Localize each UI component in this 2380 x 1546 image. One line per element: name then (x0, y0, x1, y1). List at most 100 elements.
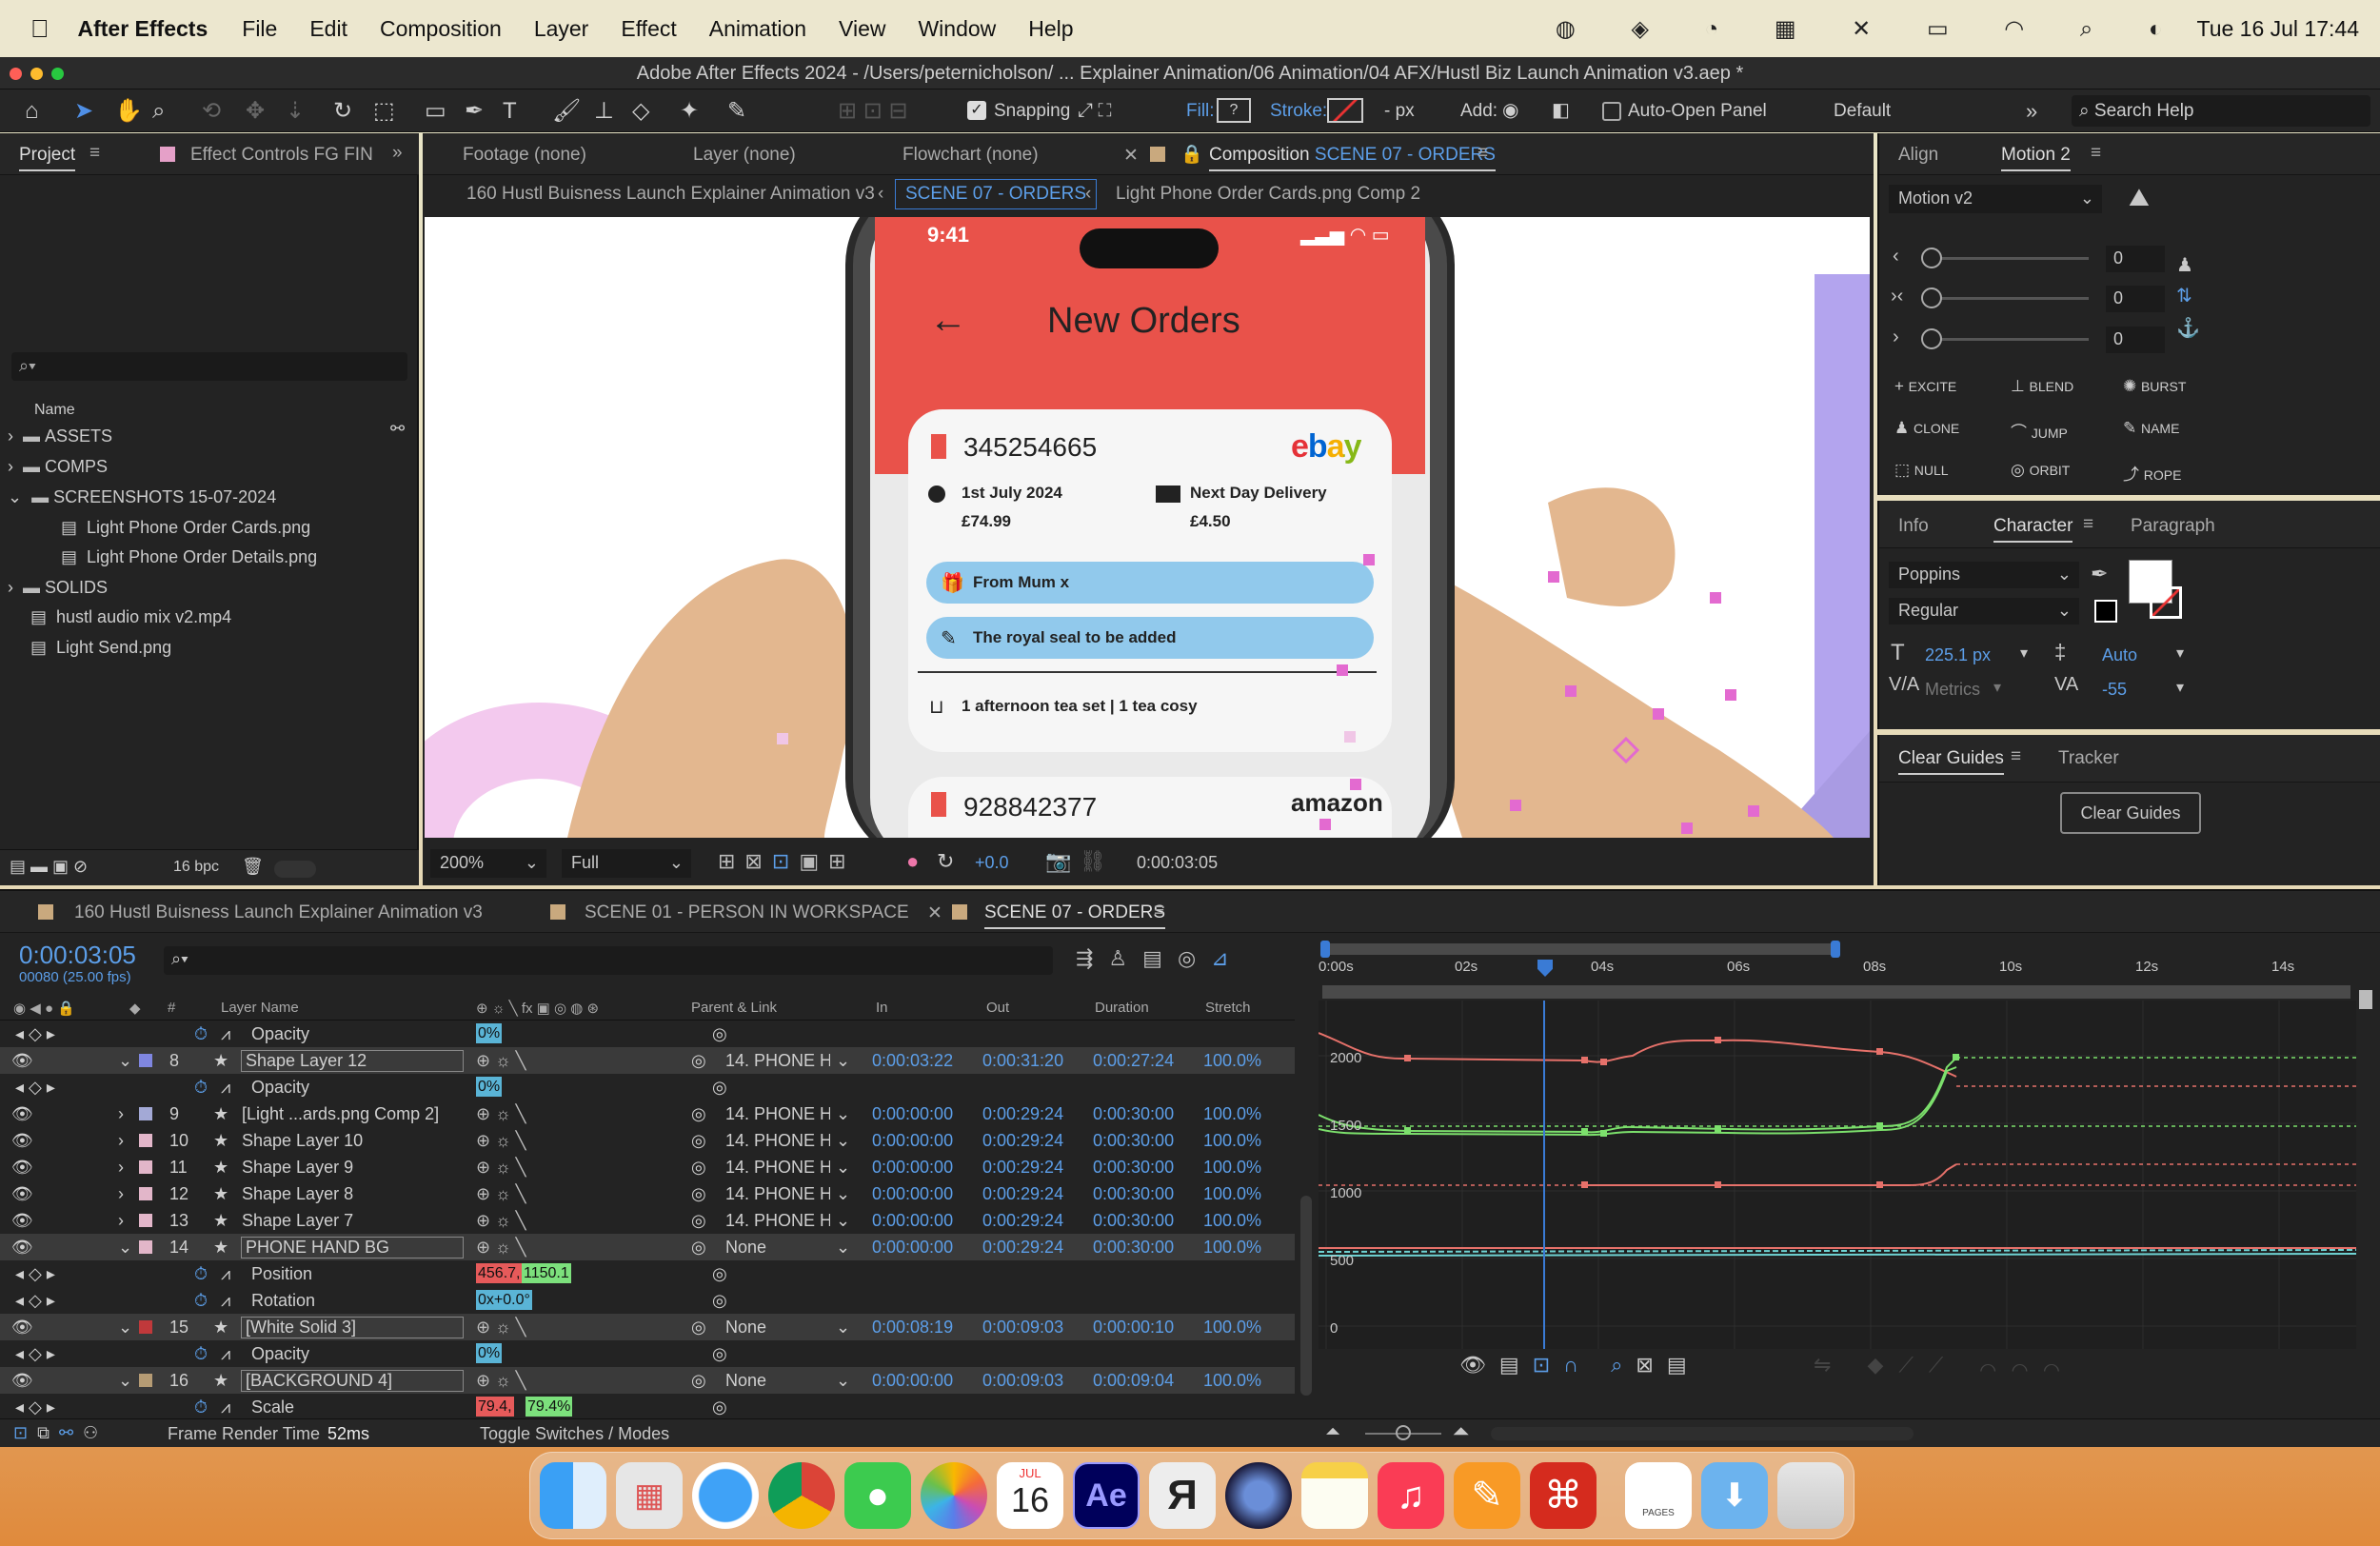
stopwatch-icon[interactable]: ⏱ (194, 1397, 208, 1417)
layer-label-color[interactable] (139, 1134, 152, 1147)
project-search-input[interactable]: ⌕▾ (11, 352, 407, 381)
duration-time[interactable]: 0:00:30:00 (1093, 1104, 1174, 1124)
stretch-value[interactable]: 100.0% (1203, 1158, 1261, 1178)
close-tab-icon[interactable]: ✕ (1123, 145, 1139, 167)
snap-options-icon[interactable]: ⤢ ⛶ (1078, 89, 1112, 132)
layer-search-input[interactable]: ⌕▾ (164, 946, 1053, 975)
eraser-tool-icon[interactable]: ◇ (632, 89, 649, 132)
panel-menu-icon[interactable]: ≡ (1154, 901, 1164, 922)
pickwhip-icon[interactable]: ◎ (691, 1318, 706, 1338)
layer-switches-icons[interactable]: ⊕ ☼ ╲ (476, 1051, 526, 1071)
stopwatch-icon[interactable]: ⏱ (194, 1078, 208, 1098)
stretch-value[interactable]: 100.0% (1203, 1131, 1261, 1151)
motion-app-icon[interactable]: Я (1149, 1462, 1216, 1529)
table-row[interactable]: 👁 ⌄ 16 ★ [BACKGROUND 4] ⊕ ☼ ╲ ◎ None ⌄ 0:00:00:00… (0, 1367, 1295, 1394)
camera-icon[interactable]: 📷 (1045, 849, 1071, 874)
tab-motion2[interactable]: Motion 2 (2001, 145, 2071, 171)
anchor-icon[interactable]: ⚓ (2176, 316, 2200, 340)
music-icon[interactable]: ♫ (1378, 1462, 1444, 1529)
panel-overflow-icon[interactable]: » (392, 143, 403, 164)
eyedropper-icon[interactable]: ✒ (2091, 562, 2108, 586)
layer-name[interactable]: [Light ...ards.png Comp 2] (242, 1104, 439, 1124)
keyframe-nav-icons[interactable]: ◂ ◇ ▸ (15, 1264, 55, 1284)
clone-button[interactable]: ♟ CLONE (1894, 419, 1959, 438)
name-column-header[interactable]: Name (34, 402, 75, 419)
ease-in-icon[interactable]: ‹ (1893, 246, 1899, 268)
duration-time[interactable]: 0:00:30:00 (1093, 1158, 1174, 1178)
layer-switches-icons[interactable]: ⊕ ☼ ╲ (476, 1131, 526, 1151)
layer-name[interactable]: Shape Layer 9 (242, 1158, 353, 1178)
stopwatch-icon[interactable]: ⏱ (194, 1024, 208, 1044)
launchpad-icon[interactable]: ▦ (616, 1462, 683, 1529)
property-value[interactable]: 0% (476, 1023, 503, 1043)
tab-paragraph[interactable]: Paragraph (2131, 516, 2215, 537)
color-icon[interactable]: ● (906, 849, 919, 874)
zoom-tool-icon[interactable]: ⌕ (152, 89, 165, 132)
property-row[interactable]: ◂ ◇ ▸ ⏱ ⩘ Position 456.7, 1150.1 ◎ (0, 1260, 1295, 1287)
tab-scene07[interactable]: SCENE 07 - ORDERS (984, 902, 1166, 929)
chevron-down-icon[interactable]: ⌄ (836, 1318, 850, 1338)
property-row[interactable]: ◂ ◇ ▸ ⏱ ⩘ Rotation 0x+0.0° ◎ (0, 1287, 1295, 1314)
graph-toggle-icon[interactable]: ⩘ (221, 1078, 230, 1098)
visibility-eye-icon[interactable]: 👁 (11, 1104, 33, 1124)
keyframe-nav-icons[interactable]: ◂ ◇ ▸ (15, 1344, 55, 1364)
stretch-value[interactable]: 100.0% (1203, 1238, 1261, 1258)
layer-switches-icons[interactable]: ⊕ ☼ ╲ (476, 1184, 526, 1204)
leading-value[interactable]: Auto (2102, 645, 2137, 665)
layer-name[interactable]: PHONE HAND BG (241, 1237, 464, 1259)
pen-tool-icon[interactable]: ✒ (465, 89, 484, 132)
layer-label-color[interactable] (139, 1374, 152, 1387)
expand-chevron-icon[interactable]: ⌄ (118, 1051, 132, 1071)
tab-tracker[interactable]: Tracker (2058, 748, 2119, 769)
add-icon[interactable]: ◉ (1502, 89, 1518, 132)
back-arrow-icon[interactable]: ← (929, 299, 967, 342)
out-header[interactable]: Out (986, 1000, 1009, 1016)
orbit-tool-icon[interactable]: ⟲ (202, 89, 221, 132)
duration-time[interactable]: 0:00:30:00 (1093, 1184, 1174, 1204)
ease-out-icon[interactable]: › (1893, 327, 1899, 348)
tab-clear-guides[interactable]: Clear Guides (1898, 748, 2004, 775)
duration-time[interactable]: 0:00:30:00 (1093, 1211, 1174, 1231)
apple-icon[interactable]:  (30, 14, 50, 44)
visibility-eye-icon[interactable]: 👁 (11, 1158, 33, 1178)
out-time[interactable]: 0:00:29:24 (982, 1158, 1063, 1178)
out-time[interactable]: 0:00:29:24 (982, 1184, 1063, 1204)
pickwhip-icon[interactable]: ◎ (691, 1211, 706, 1231)
panel-menu-icon[interactable]: ≡ (2011, 746, 2021, 767)
chevron-down-icon[interactable]: ⌄ (836, 1158, 850, 1178)
flowchart-icon[interactable]: ⚯ (390, 419, 405, 439)
show-snapshot-icon[interactable]: ⛓ (1080, 849, 1106, 874)
property-value-2[interactable]: 1150.1 (522, 1263, 571, 1283)
parent-dropdown[interactable]: 14. PHONE H/ (725, 1104, 830, 1124)
resolution-dropdown[interactable]: Full ⌄ (562, 849, 691, 878)
search-help-box[interactable]: ⌕ Search Help (2072, 95, 2370, 127)
parent-dropdown[interactable]: 14. PHONE H/ (725, 1051, 830, 1071)
add-label[interactable]: Add: (1460, 89, 1497, 132)
link-vertical-icon[interactable]: ⇅ (2176, 284, 2192, 307)
duration-time[interactable]: 0:00:30:00 (1093, 1131, 1174, 1151)
trash-icon[interactable]: 🗑 (242, 857, 264, 877)
menu-composition[interactable]: Composition (380, 16, 502, 42)
work-area-end-handle[interactable] (1831, 941, 1840, 958)
layer-label-color[interactable] (139, 1240, 152, 1254)
expand-chevron-icon[interactable]: ⌄ (118, 1238, 132, 1258)
work-area-bar[interactable] (1324, 943, 1838, 955)
pickwhip-icon[interactable]: ◎ (691, 1184, 706, 1204)
graph-scroll-handle[interactable] (2359, 990, 2372, 1009)
blend-button[interactable]: ⊥ BLEND (2011, 377, 2073, 396)
chevron-down-icon[interactable]: ▾ (2020, 644, 2028, 663)
stopwatch-icon[interactable]: ⏱ (194, 1291, 208, 1311)
parent-dropdown[interactable]: 14. PHONE H/ (725, 1131, 830, 1151)
fill-swatch[interactable]: ? (1217, 98, 1251, 123)
zoom-window-button[interactable] (51, 68, 64, 80)
layer-label-color[interactable] (139, 1320, 152, 1334)
ease-both-slider-thumb[interactable] (1921, 287, 1942, 308)
table-row[interactable]: 👁 › 13 ★ Shape Layer 7 ⊕ ☼ ╲ ◎ 14. PHONE H/ ⌄ 0:0… (0, 1207, 1295, 1234)
motion-version-dropdown[interactable]: Motion v2 ⌄ (1889, 185, 2102, 213)
expand-chevron-icon[interactable]: ⌄ (118, 1318, 132, 1338)
stretch-value[interactable]: 100.0% (1203, 1211, 1261, 1231)
pickwhip-icon[interactable]: ◎ (691, 1131, 706, 1151)
stretch-value[interactable]: 100.0% (1203, 1051, 1261, 1071)
layer-name[interactable]: [BACKGROUND 4] (241, 1370, 464, 1392)
in-time[interactable]: 0:00:08:19 (872, 1318, 953, 1338)
